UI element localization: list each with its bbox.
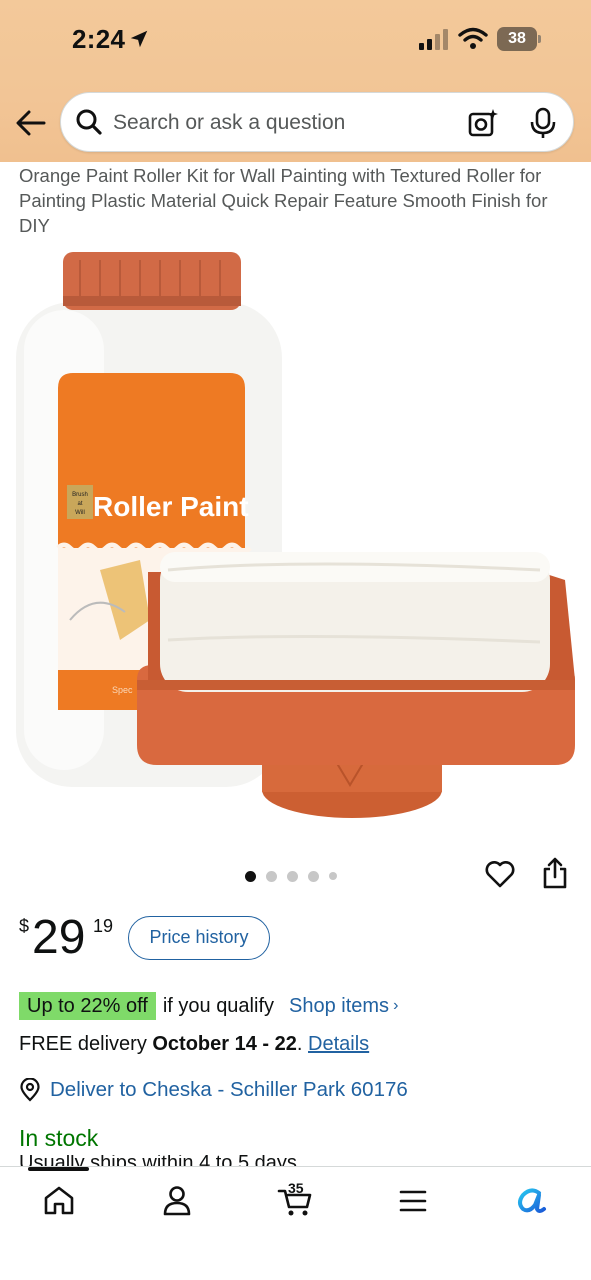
status-bar: 2:24 38 xyxy=(0,0,591,80)
search-input[interactable]: Search or ask a question xyxy=(113,111,345,135)
in-stock-status: In stock xyxy=(19,1125,99,1151)
account-icon[interactable] xyxy=(159,1183,195,1219)
cellular-signal-icon xyxy=(419,29,448,50)
product-image[interactable]: Brush at Will Roller Paint Spec xyxy=(0,240,591,840)
delivery-dates: October 14 - 22 xyxy=(152,1033,297,1055)
svg-text:at: at xyxy=(77,501,82,507)
deal-qualify-text: if you qualify xyxy=(162,994,274,1017)
carousel-dot[interactable] xyxy=(308,870,319,882)
svg-text:Will: Will xyxy=(75,510,85,516)
heart-icon[interactable] xyxy=(484,858,516,890)
share-icon[interactable] xyxy=(540,856,570,890)
image-badge-text: Brush xyxy=(72,492,88,498)
chevron-right-icon[interactable]: › xyxy=(393,997,398,1015)
price-fraction: 19 xyxy=(93,916,114,936)
delivery-suffix: . xyxy=(296,1033,309,1055)
battery-icon: 38 xyxy=(497,27,541,51)
location-arrow-icon xyxy=(130,30,148,48)
carousel-dot[interactable] xyxy=(266,870,277,882)
deliver-to-link[interactable]: Deliver to Cheska - Schiller Park 60176 xyxy=(19,1075,408,1105)
carousel-dot[interactable] xyxy=(329,872,337,880)
camera-lens-icon[interactable] xyxy=(467,107,499,139)
cart-count-badge: 35 xyxy=(288,1180,304,1196)
carousel-dot[interactable] xyxy=(287,870,298,882)
battery-level: 38 xyxy=(508,30,526,47)
deliver-to-text[interactable]: Deliver to Cheska - Schiller Park 60176 xyxy=(50,1078,408,1102)
search-icon xyxy=(76,109,102,135)
status-time: 2:24 xyxy=(72,24,126,54)
wifi-icon xyxy=(458,27,488,49)
deal-row: Up to 22% off if you qualify Shop items … xyxy=(19,992,398,1020)
search-bar[interactable]: Search or ask a question xyxy=(60,92,574,152)
price-currency: $ xyxy=(19,916,30,936)
deal-badge: Up to 22% off xyxy=(19,992,156,1020)
delivery-info: FREE delivery October 14 - 22. Details xyxy=(19,1033,369,1056)
shop-items-link[interactable]: Shop items xyxy=(289,995,389,1018)
price-history-button[interactable]: Price history xyxy=(128,916,270,960)
product-title[interactable]: Orange Paint Roller Kit for Wall Paintin… xyxy=(19,163,575,238)
active-tab-indicator xyxy=(28,1167,89,1171)
microphone-icon[interactable] xyxy=(529,107,557,139)
rufus-icon[interactable] xyxy=(513,1183,549,1219)
back-arrow-icon[interactable] xyxy=(14,108,48,138)
image-carousel-dots[interactable] xyxy=(245,869,337,883)
svg-text:Spec: Spec xyxy=(112,685,133,695)
price-whole: 29 xyxy=(32,911,86,964)
location-pin-icon xyxy=(20,1078,40,1102)
delivery-details-link[interactable]: Details xyxy=(308,1033,369,1055)
carousel-dot[interactable] xyxy=(245,870,256,882)
menu-icon[interactable] xyxy=(395,1183,431,1219)
delivery-prefix: FREE delivery xyxy=(19,1033,153,1055)
home-icon[interactable] xyxy=(41,1183,77,1219)
image-label-text: Roller Paint xyxy=(93,491,249,522)
header: 2:24 38 Search or ask a question xyxy=(0,0,591,162)
